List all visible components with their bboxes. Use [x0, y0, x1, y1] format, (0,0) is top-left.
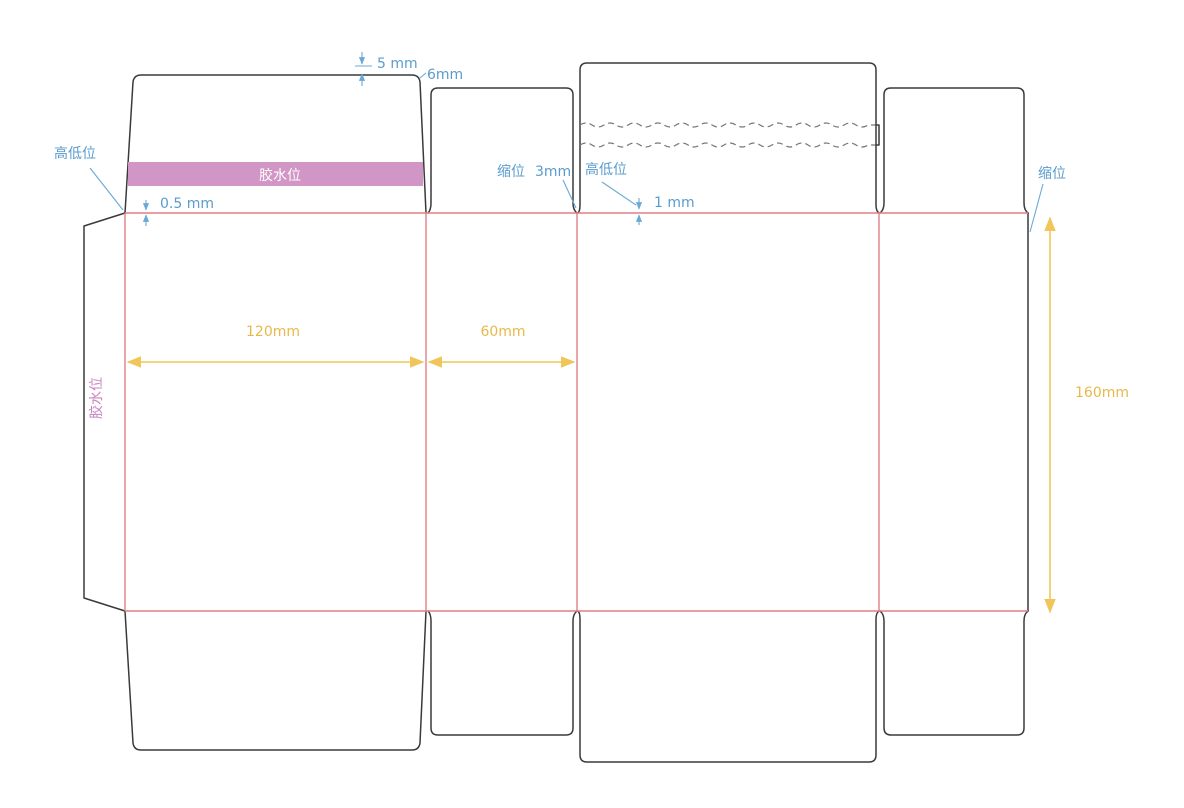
perforation-band-lower [579, 142, 876, 148]
panel3-bottom-tuck-flap [577, 610, 880, 763]
label-3mm: 3mm [535, 164, 571, 180]
label-1mm: 1 mm [654, 195, 695, 211]
label-shrink-right: 缩位 [1038, 166, 1066, 182]
panel4-top-flap [879, 87, 1029, 214]
panel1-bottom-flap [124, 610, 427, 751]
label-height-diff-left: 高低位 [54, 145, 96, 162]
leader-shrink-mid [562, 179, 577, 209]
perforation-band [579, 122, 876, 128]
label-5mm: 5 mm [377, 56, 418, 72]
leader-height-diff-mid [601, 181, 637, 206]
leader-6mm [419, 72, 427, 79]
label-glue-top: 胶水位 [259, 167, 301, 184]
box-dieline-diagram: 胶水位 胶水位 5 mm 6mm 高低位 0.5 mm 缩位 3mm 高低位 1… [54, 52, 1129, 763]
label-05mm: 0.5 mm [160, 196, 214, 212]
label-60mm: 60mm [480, 324, 525, 340]
panel2-top-flap [427, 87, 578, 214]
fold-lines [124, 212, 1028, 612]
leader-shrink-right [1029, 183, 1044, 233]
label-160mm: 160mm [1075, 385, 1129, 401]
leader-height-diff-left [89, 167, 124, 211]
label-shrink-mid: 缩位 [497, 164, 525, 180]
label-height-diff-mid: 高低位 [585, 161, 627, 178]
label-glue-side: 胶水位 [88, 377, 105, 419]
label-120mm: 120mm [246, 324, 300, 340]
panel4-bottom-flap [879, 610, 1029, 736]
panel1-top-flap [124, 74, 427, 214]
label-6mm: 6mm [427, 67, 463, 83]
panel3-top-tuck-flap [577, 62, 880, 214]
panel2-bottom-flap [427, 610, 578, 736]
